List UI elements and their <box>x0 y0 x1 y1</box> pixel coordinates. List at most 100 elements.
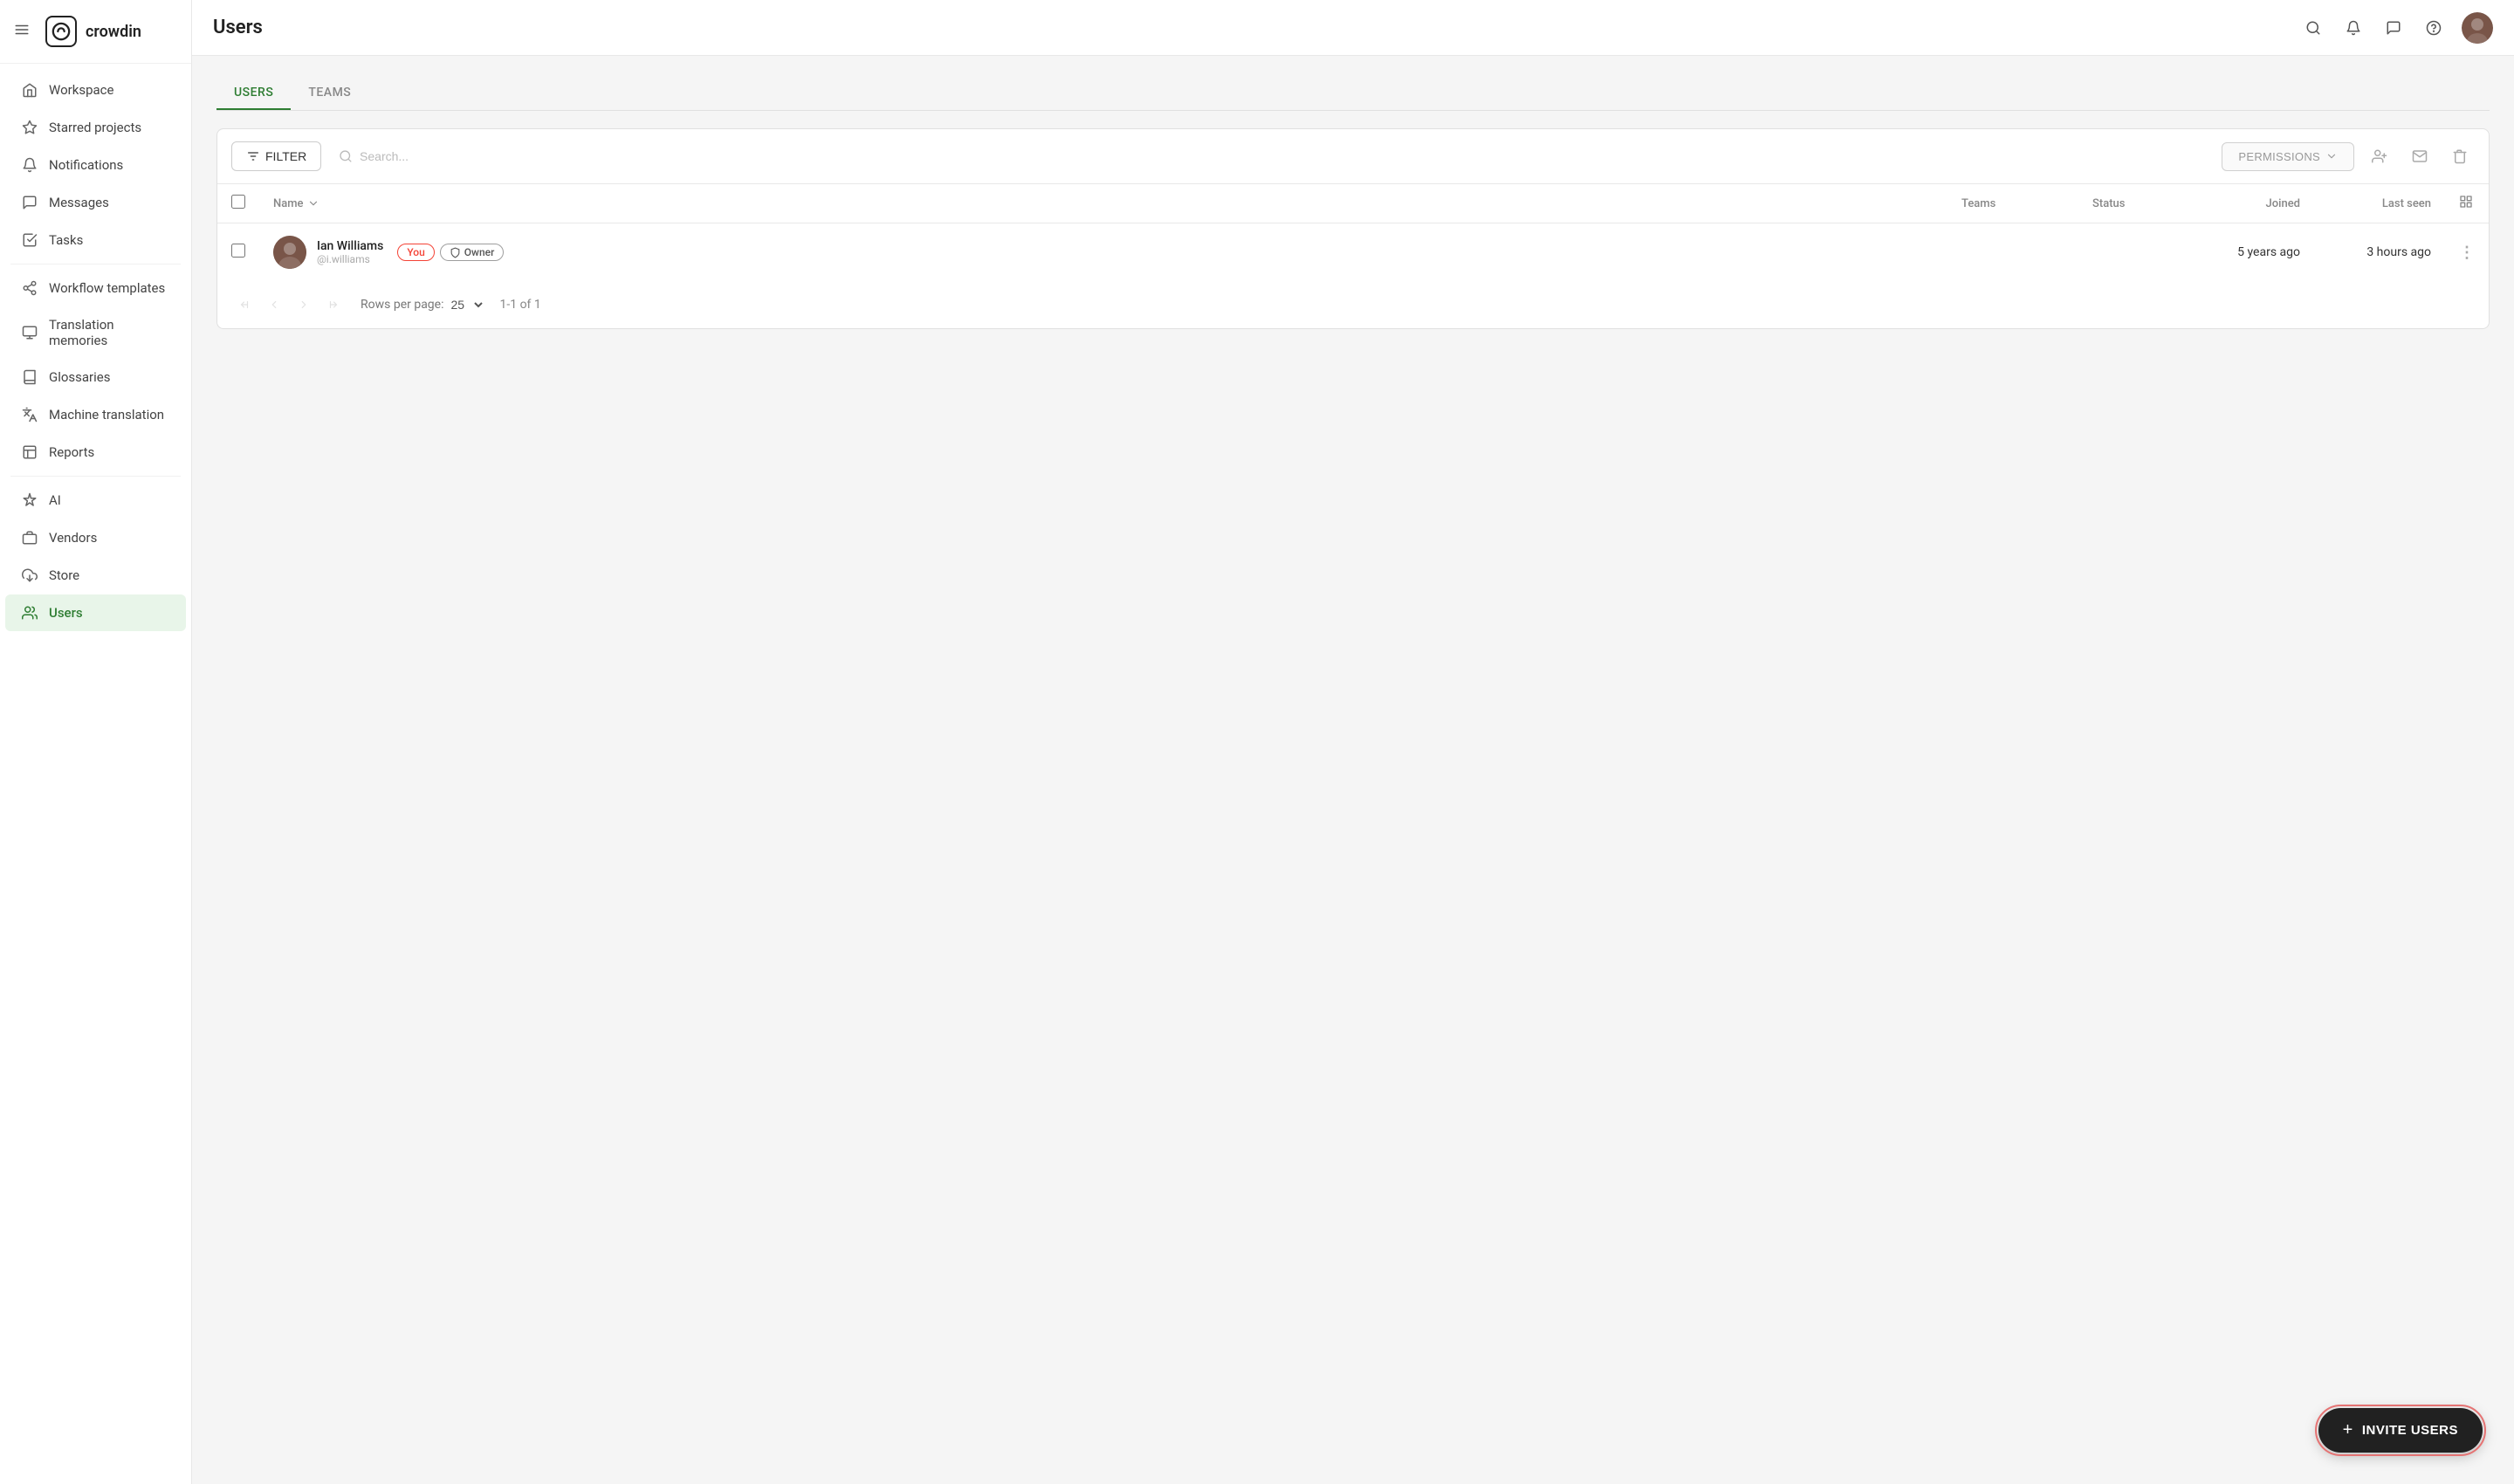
starred-label: Starred projects <box>49 120 141 135</box>
reports-label: Reports <box>49 444 94 460</box>
header-status: Status <box>2078 184 2183 223</box>
sidebar-item-reports[interactable]: Reports <box>5 434 186 471</box>
sidebar-item-glossaries[interactable]: Glossaries <box>5 359 186 395</box>
row-joined: 5 years ago <box>2183 223 2314 282</box>
hamburger-icon[interactable] <box>14 22 30 41</box>
header-checkbox-col <box>217 184 259 223</box>
delete-icon[interactable] <box>2445 141 2475 171</box>
nav-menu: Workspace Starred projects Notifications… <box>0 64 191 1484</box>
vendors-label: Vendors <box>49 530 97 546</box>
header-lastseen: Last seen <box>2314 184 2445 223</box>
main-content: Users U <box>192 0 2514 1484</box>
bell-icon <box>21 156 38 174</box>
sidebar-item-store[interactable]: Store <box>5 557 186 594</box>
page-title: Users <box>213 17 263 38</box>
invite-users-label: INVITE USERS <box>2362 1423 2458 1438</box>
store-label: Store <box>49 567 79 583</box>
table-header-row: Name Teams Status Joined Last seen <box>217 184 2489 223</box>
messages-label: Messages <box>49 195 109 210</box>
prev-page-btn[interactable] <box>261 292 287 318</box>
badge-owner: Owner <box>440 244 505 261</box>
last-page-btn[interactable] <box>320 292 347 318</box>
sidebar-item-ai[interactable]: AI <box>5 482 186 519</box>
sidebar-item-users[interactable]: Users <box>5 594 186 631</box>
ai-label: AI <box>49 492 61 508</box>
pagination: Rows per page: 10 25 50 100 1-1 of 1 <box>217 281 2489 328</box>
row-teams <box>1947 223 2078 282</box>
row-name-cell: Ian Williams @i.williams You Owner <box>259 223 1947 282</box>
permissions-button[interactable]: PERMISSIONS <box>2222 142 2354 171</box>
vendors-icon <box>21 529 38 546</box>
table-row: Ian Williams @i.williams You Owner <box>217 223 2489 282</box>
header-actions <box>2445 184 2489 223</box>
topbar-actions <box>2301 12 2493 44</box>
logo-area[interactable]: crowdin <box>0 0 191 64</box>
sidebar-item-workspace[interactable]: Workspace <box>5 72 186 108</box>
users-table: Name Teams Status Joined Last seen <box>217 184 2489 281</box>
users-table-card: FILTER PERMISSIONS <box>216 128 2490 329</box>
notifications-label: Notifications <box>49 157 123 173</box>
users-icon <box>21 604 38 622</box>
row-checkbox <box>217 223 259 282</box>
page-info: 1-1 of 1 <box>499 298 540 312</box>
tasks-label: Tasks <box>49 232 83 248</box>
row-actions[interactable]: ⋮ <box>2445 223 2489 282</box>
filter-button[interactable]: FILTER <box>231 141 321 171</box>
home-icon <box>21 81 38 99</box>
memory-icon <box>21 324 38 341</box>
help-icon[interactable] <box>2421 16 2446 40</box>
add-members-icon[interactable] <box>2365 141 2394 171</box>
notifications-icon[interactable] <box>2341 16 2366 40</box>
crowdin-logo-icon <box>45 16 77 47</box>
row-select-checkbox[interactable] <box>231 244 245 258</box>
page-content: USERS TEAMS FILTER PERMISSIONS <box>192 56 2514 1484</box>
ai-icon <box>21 491 38 509</box>
search-icon[interactable] <box>2301 16 2325 40</box>
invite-users-button[interactable]: + INVITE USERS <box>2318 1408 2483 1453</box>
rows-per-page-select[interactable]: 10 25 50 100 <box>447 297 485 313</box>
sidebar-item-tm[interactable]: Translation memories <box>5 307 186 358</box>
message-icon <box>21 194 38 211</box>
avatar[interactable] <box>2462 12 2493 44</box>
select-all-checkbox[interactable] <box>231 195 245 209</box>
star-icon <box>21 119 38 136</box>
search-input[interactable] <box>360 149 2204 163</box>
tab-teams[interactable]: TEAMS <box>291 77 368 110</box>
workflow-label: Workflow templates <box>49 280 165 296</box>
tab-users[interactable]: USERS <box>216 77 291 110</box>
rows-per-page-label: Rows per page: <box>361 298 443 312</box>
header-teams: Teams <box>1947 184 2078 223</box>
filter-label: FILTER <box>265 149 306 163</box>
next-page-btn[interactable] <box>291 292 317 318</box>
glossaries-label: Glossaries <box>49 369 111 385</box>
user-badges: You Owner <box>397 244 504 261</box>
user-info: Ian Williams @i.williams <box>317 239 383 265</box>
rows-per-page: Rows per page: 10 25 50 100 <box>361 297 485 313</box>
sidebar-item-starred[interactable]: Starred projects <box>5 109 186 146</box>
search-area <box>332 149 2211 163</box>
permissions-label: PERMISSIONS <box>2238 150 2320 163</box>
header-name[interactable]: Name <box>259 184 1947 223</box>
email-icon[interactable] <box>2405 141 2435 171</box>
sidebar-item-notifications[interactable]: Notifications <box>5 147 186 183</box>
sidebar-item-tasks[interactable]: Tasks <box>5 222 186 258</box>
translate-icon <box>21 406 38 423</box>
tabs-bar: USERS TEAMS <box>216 77 2490 111</box>
sidebar-item-workflow[interactable]: Workflow templates <box>5 270 186 306</box>
reports-icon <box>21 443 38 461</box>
row-lastseen: 3 hours ago <box>2314 223 2445 282</box>
store-icon <box>21 567 38 584</box>
header-joined[interactable]: Joined <box>2183 184 2314 223</box>
sidebar-item-mt[interactable]: Machine translation <box>5 396 186 433</box>
users-label: Users <box>49 605 83 621</box>
tm-label: Translation memories <box>49 317 170 348</box>
first-page-btn[interactable] <box>231 292 258 318</box>
sidebar-item-vendors[interactable]: Vendors <box>5 519 186 556</box>
sidebar-item-messages[interactable]: Messages <box>5 184 186 221</box>
mt-label: Machine translation <box>49 407 164 423</box>
workspace-label: Workspace <box>49 82 113 98</box>
tasks-icon <box>21 231 38 249</box>
user-name: Ian Williams <box>317 239 383 253</box>
user-avatar <box>273 236 306 269</box>
chat-icon[interactable] <box>2381 16 2406 40</box>
